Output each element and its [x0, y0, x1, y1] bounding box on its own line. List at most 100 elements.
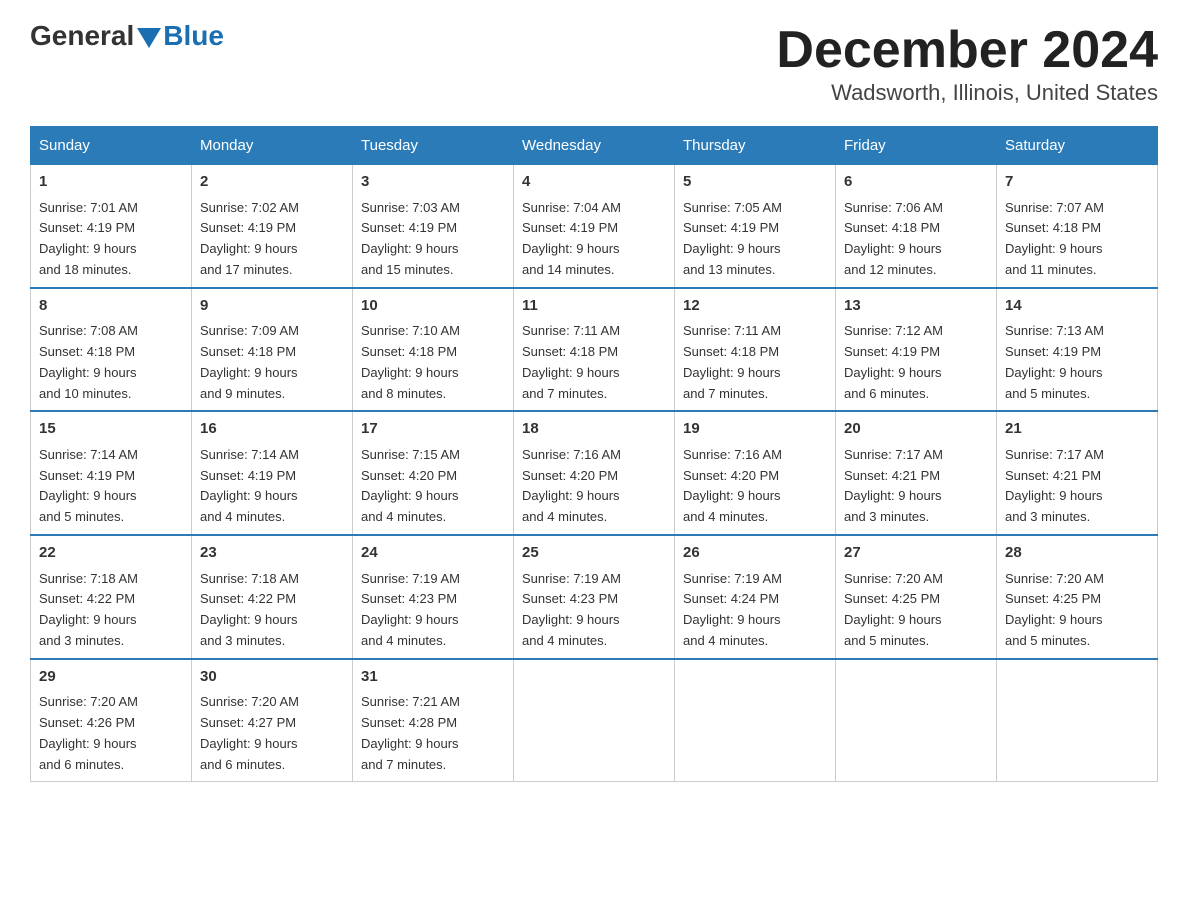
calendar-header-saturday: Saturday — [997, 127, 1158, 165]
calendar-week-row: 1 Sunrise: 7:01 AM Sunset: 4:19 PM Dayli… — [31, 165, 1158, 288]
day-number: 20 — [844, 418, 988, 441]
day-number: 15 — [39, 418, 183, 441]
day-number: 12 — [683, 295, 827, 318]
logo-triangle-icon — [137, 28, 161, 48]
calendar-cell: 23 Sunrise: 7:18 AM Sunset: 4:22 PM Dayl… — [192, 535, 353, 659]
calendar-header-sunday: Sunday — [31, 127, 192, 165]
calendar-cell: 18 Sunrise: 7:16 AM Sunset: 4:20 PM Dayl… — [514, 411, 675, 535]
day-number: 3 — [361, 171, 505, 194]
day-number: 19 — [683, 418, 827, 441]
logo-blue-text: Blue — [163, 20, 224, 52]
day-number: 4 — [522, 171, 666, 194]
day-info: Sunrise: 7:17 AM Sunset: 4:21 PM Dayligh… — [1005, 445, 1149, 528]
calendar-cell: 2 Sunrise: 7:02 AM Sunset: 4:19 PM Dayli… — [192, 165, 353, 288]
calendar-header-thursday: Thursday — [675, 127, 836, 165]
day-info: Sunrise: 7:16 AM Sunset: 4:20 PM Dayligh… — [522, 445, 666, 528]
calendar-cell: 11 Sunrise: 7:11 AM Sunset: 4:18 PM Dayl… — [514, 288, 675, 412]
day-number: 29 — [39, 666, 183, 689]
calendar-cell: 3 Sunrise: 7:03 AM Sunset: 4:19 PM Dayli… — [353, 165, 514, 288]
calendar-header-row: SundayMondayTuesdayWednesdayThursdayFrid… — [31, 127, 1158, 165]
day-info: Sunrise: 7:19 AM Sunset: 4:23 PM Dayligh… — [361, 569, 505, 652]
day-info: Sunrise: 7:09 AM Sunset: 4:18 PM Dayligh… — [200, 321, 344, 404]
day-number: 22 — [39, 542, 183, 565]
day-info: Sunrise: 7:04 AM Sunset: 4:19 PM Dayligh… — [522, 198, 666, 281]
calendar-cell: 12 Sunrise: 7:11 AM Sunset: 4:18 PM Dayl… — [675, 288, 836, 412]
calendar-header-wednesday: Wednesday — [514, 127, 675, 165]
calendar-cell: 17 Sunrise: 7:15 AM Sunset: 4:20 PM Dayl… — [353, 411, 514, 535]
day-info: Sunrise: 7:14 AM Sunset: 4:19 PM Dayligh… — [39, 445, 183, 528]
calendar-week-row: 29 Sunrise: 7:20 AM Sunset: 4:26 PM Dayl… — [31, 659, 1158, 782]
calendar-cell: 19 Sunrise: 7:16 AM Sunset: 4:20 PM Dayl… — [675, 411, 836, 535]
title-section: December 2024 Wadsworth, Illinois, Unite… — [776, 20, 1158, 106]
day-info: Sunrise: 7:18 AM Sunset: 4:22 PM Dayligh… — [39, 569, 183, 652]
day-number: 8 — [39, 295, 183, 318]
calendar-cell: 7 Sunrise: 7:07 AM Sunset: 4:18 PM Dayli… — [997, 165, 1158, 288]
day-info: Sunrise: 7:18 AM Sunset: 4:22 PM Dayligh… — [200, 569, 344, 652]
day-info: Sunrise: 7:02 AM Sunset: 4:19 PM Dayligh… — [200, 198, 344, 281]
day-info: Sunrise: 7:12 AM Sunset: 4:19 PM Dayligh… — [844, 321, 988, 404]
calendar-week-row: 22 Sunrise: 7:18 AM Sunset: 4:22 PM Dayl… — [31, 535, 1158, 659]
day-info: Sunrise: 7:15 AM Sunset: 4:20 PM Dayligh… — [361, 445, 505, 528]
day-number: 28 — [1005, 542, 1149, 565]
day-info: Sunrise: 7:07 AM Sunset: 4:18 PM Dayligh… — [1005, 198, 1149, 281]
calendar-header-tuesday: Tuesday — [353, 127, 514, 165]
day-number: 5 — [683, 171, 827, 194]
day-info: Sunrise: 7:20 AM Sunset: 4:25 PM Dayligh… — [844, 569, 988, 652]
day-number: 14 — [1005, 295, 1149, 318]
calendar-cell: 5 Sunrise: 7:05 AM Sunset: 4:19 PM Dayli… — [675, 165, 836, 288]
day-number: 13 — [844, 295, 988, 318]
calendar-cell: 28 Sunrise: 7:20 AM Sunset: 4:25 PM Dayl… — [997, 535, 1158, 659]
calendar-cell: 14 Sunrise: 7:13 AM Sunset: 4:19 PM Dayl… — [997, 288, 1158, 412]
calendar-cell: 16 Sunrise: 7:14 AM Sunset: 4:19 PM Dayl… — [192, 411, 353, 535]
calendar-cell: 1 Sunrise: 7:01 AM Sunset: 4:19 PM Dayli… — [31, 165, 192, 288]
calendar-cell: 24 Sunrise: 7:19 AM Sunset: 4:23 PM Dayl… — [353, 535, 514, 659]
calendar-header-friday: Friday — [836, 127, 997, 165]
day-number: 30 — [200, 666, 344, 689]
calendar-cell: 26 Sunrise: 7:19 AM Sunset: 4:24 PM Dayl… — [675, 535, 836, 659]
day-number: 24 — [361, 542, 505, 565]
day-info: Sunrise: 7:01 AM Sunset: 4:19 PM Dayligh… — [39, 198, 183, 281]
calendar-cell — [675, 659, 836, 782]
day-info: Sunrise: 7:14 AM Sunset: 4:19 PM Dayligh… — [200, 445, 344, 528]
month-title: December 2024 — [776, 20, 1158, 80]
calendar-cell: 9 Sunrise: 7:09 AM Sunset: 4:18 PM Dayli… — [192, 288, 353, 412]
day-info: Sunrise: 7:11 AM Sunset: 4:18 PM Dayligh… — [522, 321, 666, 404]
calendar-cell: 10 Sunrise: 7:10 AM Sunset: 4:18 PM Dayl… — [353, 288, 514, 412]
calendar-week-row: 8 Sunrise: 7:08 AM Sunset: 4:18 PM Dayli… — [31, 288, 1158, 412]
day-info: Sunrise: 7:19 AM Sunset: 4:24 PM Dayligh… — [683, 569, 827, 652]
day-number: 23 — [200, 542, 344, 565]
day-number: 7 — [1005, 171, 1149, 194]
day-info: Sunrise: 7:16 AM Sunset: 4:20 PM Dayligh… — [683, 445, 827, 528]
day-number: 27 — [844, 542, 988, 565]
day-info: Sunrise: 7:17 AM Sunset: 4:21 PM Dayligh… — [844, 445, 988, 528]
calendar-cell — [514, 659, 675, 782]
day-info: Sunrise: 7:20 AM Sunset: 4:25 PM Dayligh… — [1005, 569, 1149, 652]
calendar-cell: 13 Sunrise: 7:12 AM Sunset: 4:19 PM Dayl… — [836, 288, 997, 412]
calendar-cell: 27 Sunrise: 7:20 AM Sunset: 4:25 PM Dayl… — [836, 535, 997, 659]
day-number: 1 — [39, 171, 183, 194]
day-info: Sunrise: 7:20 AM Sunset: 4:27 PM Dayligh… — [200, 692, 344, 775]
calendar-cell: 4 Sunrise: 7:04 AM Sunset: 4:19 PM Dayli… — [514, 165, 675, 288]
calendar-cell — [997, 659, 1158, 782]
calendar-cell: 29 Sunrise: 7:20 AM Sunset: 4:26 PM Dayl… — [31, 659, 192, 782]
calendar-cell: 25 Sunrise: 7:19 AM Sunset: 4:23 PM Dayl… — [514, 535, 675, 659]
day-number: 25 — [522, 542, 666, 565]
calendar-cell: 15 Sunrise: 7:14 AM Sunset: 4:19 PM Dayl… — [31, 411, 192, 535]
calendar-cell: 30 Sunrise: 7:20 AM Sunset: 4:27 PM Dayl… — [192, 659, 353, 782]
day-number: 10 — [361, 295, 505, 318]
day-number: 26 — [683, 542, 827, 565]
calendar-cell: 6 Sunrise: 7:06 AM Sunset: 4:18 PM Dayli… — [836, 165, 997, 288]
day-info: Sunrise: 7:19 AM Sunset: 4:23 PM Dayligh… — [522, 569, 666, 652]
day-number: 31 — [361, 666, 505, 689]
day-info: Sunrise: 7:13 AM Sunset: 4:19 PM Dayligh… — [1005, 321, 1149, 404]
calendar-cell: 31 Sunrise: 7:21 AM Sunset: 4:28 PM Dayl… — [353, 659, 514, 782]
calendar-cell: 21 Sunrise: 7:17 AM Sunset: 4:21 PM Dayl… — [997, 411, 1158, 535]
day-number: 18 — [522, 418, 666, 441]
location-label: Wadsworth, Illinois, United States — [776, 80, 1158, 106]
calendar-cell: 20 Sunrise: 7:17 AM Sunset: 4:21 PM Dayl… — [836, 411, 997, 535]
day-number: 2 — [200, 171, 344, 194]
day-number: 17 — [361, 418, 505, 441]
day-info: Sunrise: 7:08 AM Sunset: 4:18 PM Dayligh… — [39, 321, 183, 404]
calendar-header-monday: Monday — [192, 127, 353, 165]
logo: General Blue — [30, 20, 224, 52]
